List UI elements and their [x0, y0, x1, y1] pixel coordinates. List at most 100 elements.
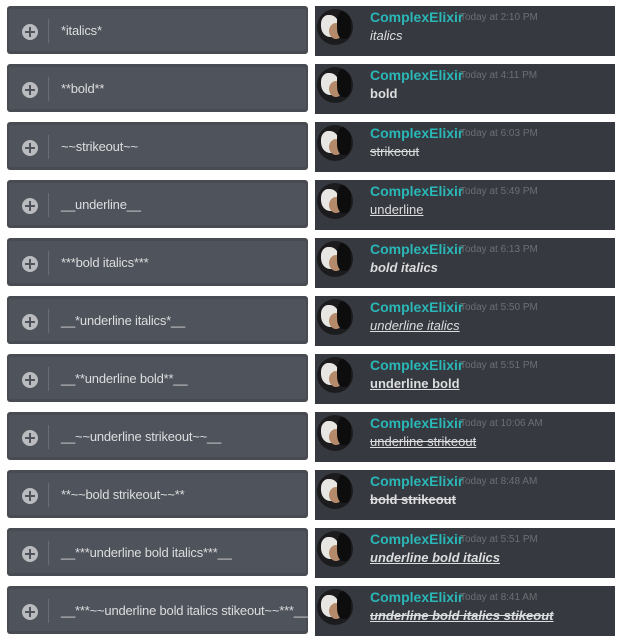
example-row: __*underline italics*__ ComplexElixir To… — [0, 296, 623, 346]
message-text: underline bold italics stikeout — [370, 608, 554, 623]
input-text: __*underline italics*__ — [61, 313, 186, 328]
plus-circle-icon[interactable] — [22, 256, 38, 272]
chat-input-field[interactable]: ***bold italics*** — [9, 241, 306, 283]
chat-input-box[interactable]: __***underline bold italics***__ — [7, 528, 308, 576]
avatar[interactable] — [317, 589, 353, 625]
message-text: strikeout — [370, 144, 420, 159]
avatar[interactable] — [317, 67, 353, 103]
chat-input-box[interactable]: __underline__ — [7, 180, 308, 228]
chat-input-field[interactable]: **bold** — [9, 67, 306, 109]
chat-message: ComplexElixir Today at 5:51 PM underline… — [315, 528, 615, 578]
input-divider — [48, 19, 49, 43]
chat-input-field[interactable]: __underline__ — [9, 183, 306, 225]
plus-circle-icon[interactable] — [22, 488, 38, 504]
chat-input-box[interactable]: **bold** — [7, 64, 308, 112]
example-row: __***~~underline bold italics stikeout~~… — [0, 586, 623, 636]
message-text: bold italics — [370, 260, 438, 275]
example-row: __underline__ ComplexElixir Today at 5:4… — [0, 180, 623, 230]
input-text: __underline__ — [61, 197, 141, 212]
message-text: underline bold italics — [370, 550, 501, 565]
avatar[interactable] — [317, 531, 353, 567]
example-row: **bold** ComplexElixir Today at 4:11 PM … — [0, 64, 623, 114]
input-divider — [48, 599, 49, 623]
input-text: __***~~underline bold italics stikeout~~… — [61, 603, 308, 618]
input-divider — [48, 77, 49, 101]
chat-input-box[interactable]: __**underline bold**__ — [7, 354, 308, 402]
chat-message: ComplexElixir Today at 2:10 PM italics — [315, 6, 615, 56]
avatar[interactable] — [317, 415, 353, 451]
chat-input-field[interactable]: *italics* — [9, 9, 306, 51]
avatar[interactable] — [317, 125, 353, 161]
chat-input-field[interactable]: __***~~underline bold italics stikeout~~… — [9, 589, 308, 631]
username[interactable]: ComplexElixir — [370, 9, 463, 25]
chat-input-field[interactable]: __~~underline strikeout~~__ — [9, 415, 306, 457]
example-row: **~~bold strikeout~~** ComplexElixir Tod… — [0, 470, 623, 520]
avatar[interactable] — [317, 357, 353, 393]
chat-input-field[interactable]: ~~strikeout~~ — [9, 125, 306, 167]
input-text: __~~underline strikeout~~__ — [61, 429, 222, 444]
input-text: *italics* — [61, 23, 102, 38]
avatar[interactable] — [317, 9, 353, 45]
chat-message: ComplexElixir Today at 6:03 PM strikeout — [315, 122, 615, 172]
chat-input-box[interactable]: ~~strikeout~~ — [7, 122, 308, 170]
timestamp: Today at 5:49 PM — [460, 186, 538, 197]
message-text: underline — [370, 202, 424, 217]
plus-circle-icon[interactable] — [22, 546, 38, 562]
message-text: italics — [370, 28, 403, 43]
plus-circle-icon[interactable] — [22, 314, 38, 330]
avatar[interactable] — [317, 241, 353, 277]
chat-input-box[interactable]: __*underline italics*__ — [7, 296, 308, 344]
timestamp: Today at 6:13 PM — [460, 244, 538, 255]
input-divider — [48, 367, 49, 391]
username[interactable]: ComplexElixir — [370, 125, 463, 141]
chat-message: ComplexElixir Today at 6:13 PM bold ital… — [315, 238, 615, 288]
plus-circle-icon[interactable] — [22, 140, 38, 156]
username[interactable]: ComplexElixir — [370, 299, 463, 315]
avatar[interactable] — [317, 473, 353, 509]
plus-circle-icon[interactable] — [22, 198, 38, 214]
chat-message: ComplexElixir Today at 10:06 AM underlin… — [315, 412, 615, 462]
chat-input-box[interactable]: __~~underline strikeout~~__ — [7, 412, 308, 460]
plus-circle-icon[interactable] — [22, 372, 38, 388]
message-text: bold — [370, 86, 398, 101]
timestamp: Today at 4:11 PM — [460, 70, 538, 81]
plus-circle-icon[interactable] — [22, 604, 38, 620]
timestamp: Today at 10:06 AM — [460, 418, 543, 429]
username[interactable]: ComplexElixir — [370, 183, 463, 199]
username[interactable]: ComplexElixir — [370, 357, 463, 373]
username[interactable]: ComplexElixir — [370, 589, 463, 605]
timestamp: Today at 2:10 PM — [460, 12, 538, 23]
timestamp: Today at 8:48 AM — [460, 476, 538, 487]
username[interactable]: ComplexElixir — [370, 67, 463, 83]
timestamp: Today at 6:03 PM — [460, 128, 538, 139]
chat-message: ComplexElixir Today at 8:48 AM bold stri… — [315, 470, 615, 520]
chat-input-field[interactable]: __*underline italics*__ — [9, 299, 306, 341]
chat-input-field[interactable]: __**underline bold**__ — [9, 357, 306, 399]
input-divider — [48, 541, 49, 565]
plus-circle-icon[interactable] — [22, 24, 38, 40]
chat-input-box[interactable]: *italics* — [7, 6, 308, 54]
example-row: *italics* ComplexElixir Today at 2:10 PM… — [0, 6, 623, 56]
plus-circle-icon[interactable] — [22, 430, 38, 446]
avatar[interactable] — [317, 299, 353, 335]
chat-input-box[interactable]: ***bold italics*** — [7, 238, 308, 286]
username[interactable]: ComplexElixir — [370, 473, 463, 489]
example-row: __**underline bold**__ ComplexElixir Tod… — [0, 354, 623, 404]
username[interactable]: ComplexElixir — [370, 241, 463, 257]
chat-input-field[interactable]: __***underline bold italics***__ — [9, 531, 306, 573]
message-text: bold strikeout — [370, 492, 456, 507]
avatar[interactable] — [317, 183, 353, 219]
username[interactable]: ComplexElixir — [370, 415, 463, 431]
chat-input-field[interactable]: **~~bold strikeout~~** — [9, 473, 306, 515]
input-text: **~~bold strikeout~~** — [61, 487, 185, 502]
chat-message: ComplexElixir Today at 5:51 PM underline… — [315, 354, 615, 404]
input-text: __**underline bold**__ — [61, 371, 188, 386]
plus-circle-icon[interactable] — [22, 82, 38, 98]
chat-input-box[interactable]: __***~~underline bold italics stikeout~~… — [7, 586, 308, 634]
input-divider — [48, 309, 49, 333]
chat-message: ComplexElixir Today at 5:50 PM underline… — [315, 296, 615, 346]
chat-message: ComplexElixir Today at 8:41 AM underline… — [315, 586, 615, 636]
chat-input-box[interactable]: **~~bold strikeout~~** — [7, 470, 308, 518]
username[interactable]: ComplexElixir — [370, 531, 463, 547]
example-row: ***bold italics*** ComplexElixir Today a… — [0, 238, 623, 288]
